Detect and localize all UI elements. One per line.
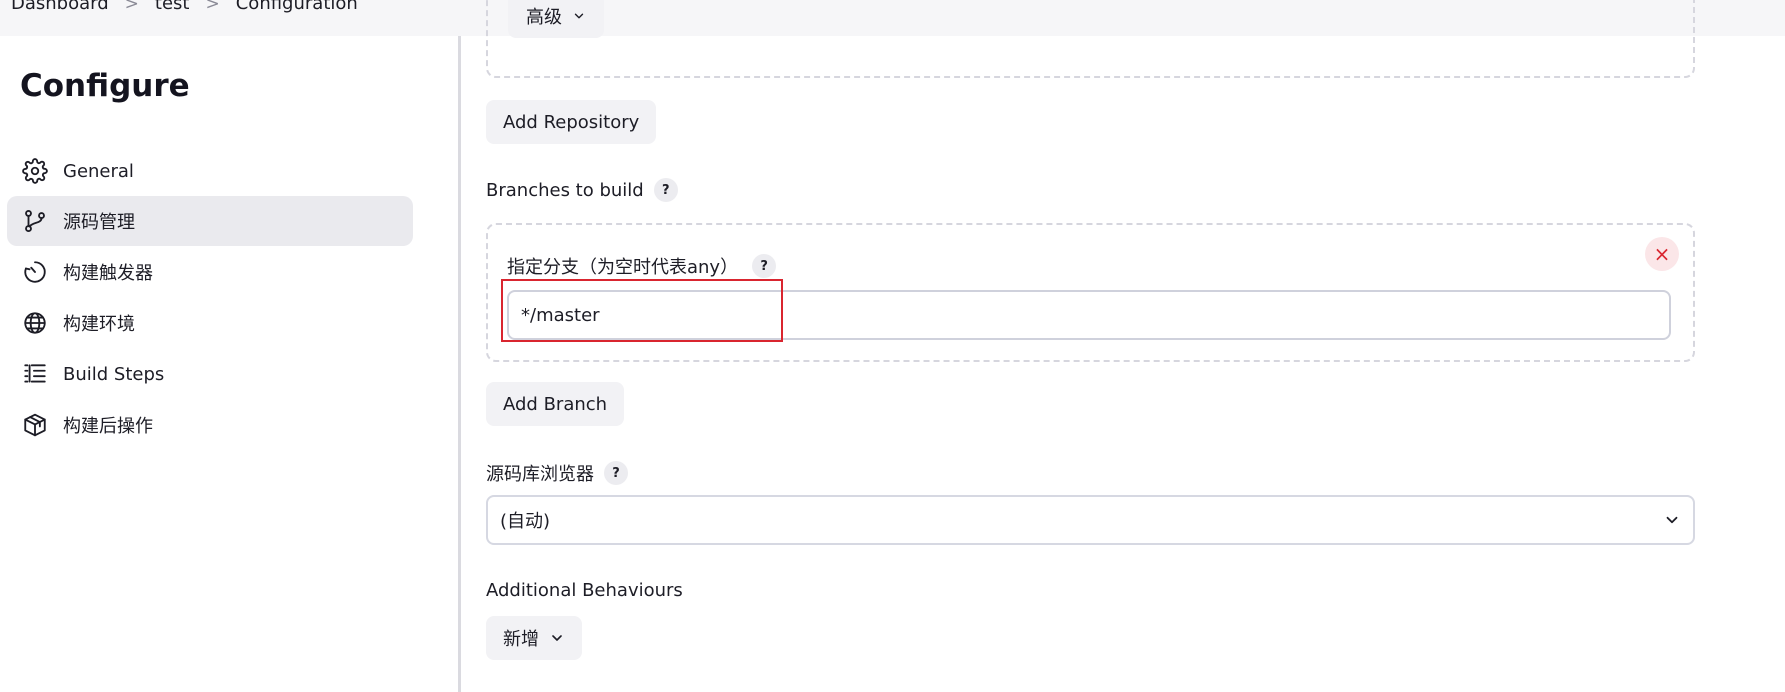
breadcrumb: Dashboard > test > Configuration (11, 0, 358, 14)
add-behaviour-button-label: 新增 (503, 629, 539, 650)
additional-behaviours-label: Additional Behaviours (486, 580, 683, 601)
git-branch-icon (21, 207, 49, 235)
help-icon[interactable]: ? (752, 254, 777, 278)
repo-browser-row: 源码库浏览器 ? (486, 460, 628, 486)
help-icon[interactable]: ? (604, 461, 628, 485)
page-title: Configure (20, 68, 190, 104)
breadcrumb-test[interactable]: test (155, 0, 190, 14)
chevron-down-icon (552, 635, 562, 641)
help-icon[interactable]: ? (653, 178, 678, 202)
branch-specifier-section: 指定分支（为空时代表any） ? × */master (486, 223, 1695, 362)
sidebar: Configure General 源码管理 构建触发器 构建环境 Build … (0, 36, 458, 692)
add-behaviour-button[interactable]: 新增 (486, 616, 582, 660)
sidebar-item-label: 构建后操作 (63, 416, 153, 437)
sidebar-item-source-control[interactable]: 源码管理 (7, 196, 413, 246)
advanced-button[interactable]: 高级 (508, 0, 604, 38)
sidebar-item-build-triggers[interactable]: 构建触发器 (7, 247, 413, 297)
branches-to-build-label: Branches to build (486, 179, 644, 201)
sidebar-item-post-build-actions[interactable]: 构建后操作 (7, 400, 413, 450)
repo-browser-selected-value: (自动) (500, 511, 551, 532)
gear-icon (21, 157, 49, 185)
chevron-down-icon (574, 13, 584, 19)
sidebar-item-label: 构建环境 (63, 314, 135, 335)
breadcrumb-dashboard[interactable]: Dashboard (11, 0, 109, 14)
sidebar-item-label: General (63, 160, 134, 182)
breadcrumb-separator: > (205, 0, 220, 14)
additional-behaviours-row: Additional Behaviours (486, 580, 683, 601)
add-branch-button[interactable]: Add Branch (486, 382, 625, 426)
branch-specifier-input[interactable]: */master (507, 290, 1671, 340)
breadcrumb-configuration[interactable]: Configuration (236, 0, 358, 14)
remove-branch-button[interactable]: × (1645, 237, 1679, 271)
branch-specifier-label: 指定分支（为空时代表any） (507, 257, 739, 278)
sidebar-item-label: Build Steps (63, 363, 165, 385)
close-icon: × (1653, 242, 1671, 266)
clock-icon (21, 258, 49, 286)
sidebar-item-label: 源码管理 (63, 212, 135, 233)
advanced-button-label: 高级 (526, 7, 562, 28)
sidebar-item-build-environment[interactable]: 构建环境 (7, 298, 413, 348)
branches-to-build-row: Branches to build ? (486, 178, 678, 202)
sidebar-item-general[interactable]: General (7, 146, 413, 196)
sidebar-item-build-steps[interactable]: Build Steps (7, 349, 413, 399)
add-repository-button[interactable]: Add Repository (486, 100, 657, 144)
chevron-down-icon (1666, 516, 1678, 524)
breadcrumb-separator: > (124, 0, 139, 14)
repo-browser-label: 源码库浏览器 (486, 464, 594, 485)
repository-section: 高级 (486, 0, 1695, 78)
list-icon (21, 360, 49, 388)
branch-specifier-row: 指定分支（为空时代表any） ? (507, 253, 777, 279)
main-content: 高级 Add Repository Branches to build ? 指定… (461, 0, 1785, 692)
package-icon (21, 411, 49, 439)
sidebar-item-label: 构建触发器 (63, 263, 153, 284)
globe-icon (21, 309, 49, 337)
repo-browser-select[interactable]: (自动) (486, 495, 1695, 545)
